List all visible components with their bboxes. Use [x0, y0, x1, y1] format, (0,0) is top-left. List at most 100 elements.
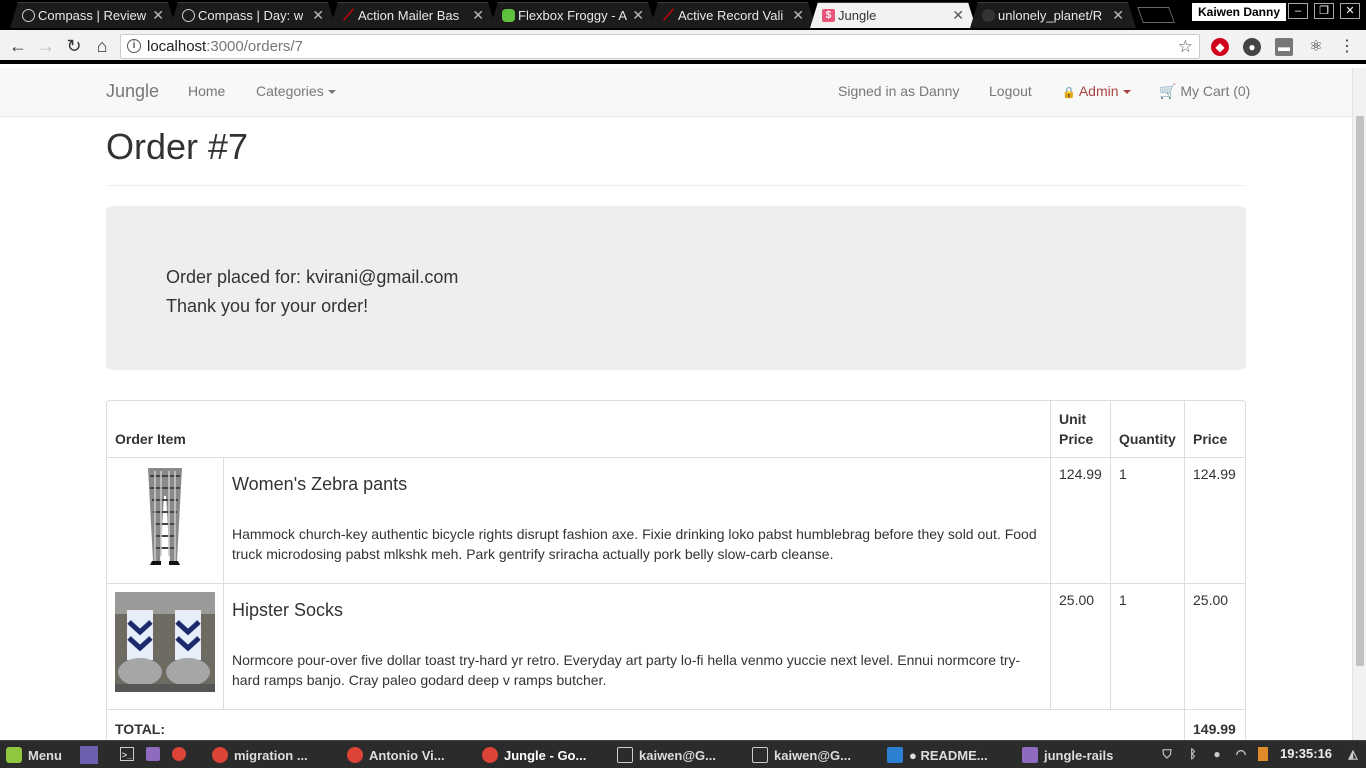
- close-icon[interactable]: ✕: [632, 7, 644, 24]
- quantity-cell: 1: [1111, 584, 1185, 710]
- restore-icon[interactable]: ❐: [1314, 3, 1334, 19]
- home-icon[interactable]: ⌂: [91, 35, 113, 57]
- total-row: TOTAL: 149.99: [107, 710, 1245, 740]
- web-page: Jungle Home Categories Signed in as Dann…: [0, 68, 1366, 740]
- header-order-item: Order Item: [107, 401, 1051, 458]
- terminal-launcher-icon[interactable]: >_: [120, 747, 134, 761]
- taskbar-window-antonio[interactable]: Antonio Vi...: [347, 746, 445, 764]
- page-header: Order #7: [106, 126, 1246, 186]
- taskbar-window-folder[interactable]: jungle-rails: [1022, 746, 1113, 764]
- taskbar-window-jungle[interactable]: Jungle - Go...: [482, 746, 586, 764]
- chrome-icon: [347, 747, 363, 763]
- user-icon[interactable]: ●: [1210, 747, 1224, 761]
- show-desktop-icon[interactable]: [80, 746, 98, 764]
- info-icon[interactable]: i: [127, 39, 141, 53]
- extension-circle-icon[interactable]: ●: [1243, 38, 1261, 56]
- folder-icon: [1022, 747, 1038, 763]
- tab-jungle[interactable]: $ Jungle ✕: [810, 2, 976, 28]
- start-menu-button[interactable]: Menu: [6, 746, 62, 764]
- bookmark-star-icon[interactable]: ☆: [1178, 35, 1193, 58]
- new-tab-button[interactable]: [1137, 7, 1175, 23]
- forward-arrow-icon[interactable]: →: [35, 35, 57, 57]
- page-scrollbar[interactable]: [1352, 68, 1366, 740]
- tab-compass-review[interactable]: Compass | Review ✕: [10, 2, 176, 28]
- product-description: Normcore pour-over five dollar toast try…: [232, 652, 1021, 688]
- close-icon[interactable]: ✕: [792, 7, 804, 24]
- total-label: TOTAL:: [107, 710, 1185, 740]
- order-summary-box: Order placed for: kvirani@gmail.com Than…: [106, 206, 1246, 370]
- mint-logo-icon: [6, 747, 22, 763]
- taskbar-window-terminal-1[interactable]: kaiwen@G...: [617, 746, 716, 764]
- caret-down-icon: [1122, 90, 1131, 95]
- taskbar-window-migration[interactable]: migration ...: [212, 746, 308, 764]
- zebra-pants-image: [115, 466, 215, 566]
- table-row: Hipster Socks Normcore pour-over five do…: [107, 584, 1245, 710]
- tab-github[interactable]: unlonely_planet/R ✕: [970, 2, 1136, 28]
- tab-compass-day[interactable]: Compass | Day: w ✕: [170, 2, 336, 28]
- product-image-cell: [107, 584, 224, 710]
- chrome-icon: [212, 747, 228, 763]
- order-items-table: Order Item Unit Price Quantity Price Wom…: [106, 400, 1246, 740]
- extension-window-icon[interactable]: ▬: [1275, 38, 1293, 56]
- thank-you-message: Thank you for your order!: [166, 296, 369, 316]
- react-devtools-icon[interactable]: ⚛: [1307, 38, 1325, 56]
- close-icon[interactable]: ✕: [472, 7, 484, 24]
- my-cart-link[interactable]: 🛒 My Cart (0): [1159, 83, 1250, 100]
- nav-categories-dropdown[interactable]: Categories: [256, 83, 336, 99]
- clock: 19:35:16: [1280, 746, 1333, 761]
- hipster-socks-image: [115, 592, 215, 692]
- notification-icon[interactable]: ◭: [1346, 747, 1360, 761]
- shield-icon[interactable]: ⛉: [1160, 747, 1174, 761]
- total-value: 149.99: [1193, 721, 1236, 737]
- caret-down-icon: [327, 90, 336, 95]
- bluetooth-icon[interactable]: ᛒ: [1186, 747, 1200, 761]
- close-icon[interactable]: ✕: [952, 7, 964, 24]
- lock-icon: 🔒: [1062, 87, 1076, 99]
- product-details-cell: Women's Zebra pants Hammock church-key a…: [224, 458, 1051, 584]
- reload-icon[interactable]: ↻: [63, 35, 85, 57]
- taskbar-window-vscode[interactable]: ● README...: [887, 746, 988, 764]
- github-icon: [982, 9, 995, 22]
- tab-active-record[interactable]: ⟋ Active Record Vali ✕: [650, 2, 816, 28]
- unit-price-cell: 25.00: [1051, 584, 1111, 710]
- close-icon[interactable]: ✕: [152, 7, 164, 24]
- tab-action-mailer[interactable]: ⟋ Action Mailer Bas ✕: [330, 2, 496, 28]
- wifi-icon[interactable]: ◠: [1234, 747, 1248, 761]
- minimize-icon[interactable]: –: [1288, 3, 1308, 19]
- table-row: Women's Zebra pants Hammock church-key a…: [107, 458, 1245, 584]
- rails-icon: ⟋: [343, 7, 354, 24]
- close-icon[interactable]: ✕: [312, 7, 324, 24]
- jungle-favicon-icon: $: [822, 9, 835, 22]
- url-input[interactable]: i localhost:3000/orders/7 ☆: [120, 34, 1200, 59]
- nav-home-link[interactable]: Home: [188, 83, 225, 99]
- tab-flexbox-froggy[interactable]: Flexbox Froggy - A ✕: [490, 2, 656, 28]
- rails-icon: ⟋: [663, 7, 674, 24]
- close-window-icon[interactable]: ✕: [1340, 3, 1360, 19]
- files-launcher-icon[interactable]: [146, 747, 160, 761]
- logout-link[interactable]: Logout: [989, 83, 1032, 99]
- product-details-cell: Hipster Socks Normcore pour-over five do…: [224, 584, 1051, 710]
- menu-kebab-icon[interactable]: ⋮: [1338, 38, 1356, 56]
- page-title: Order #7: [106, 126, 249, 167]
- taskbar-window-terminal-2[interactable]: kaiwen@G...: [752, 746, 851, 764]
- chrome-icon: [482, 747, 498, 763]
- header-price: Price: [1185, 401, 1245, 458]
- price-cell: 124.99: [1185, 458, 1245, 584]
- address-toolbar: ← → ↻ ⌂ i localhost:3000/orders/7 ☆ ◆ ● …: [0, 30, 1366, 64]
- brand-link[interactable]: Jungle: [106, 81, 159, 102]
- price-cell: 25.00: [1185, 584, 1245, 710]
- shopping-cart-icon: 🛒: [1159, 83, 1177, 99]
- admin-dropdown[interactable]: 🔒 Admin: [1062, 83, 1131, 99]
- chrome-launcher-icon[interactable]: [172, 747, 186, 761]
- unit-price-cell: 124.99: [1051, 458, 1111, 584]
- back-arrow-icon[interactable]: ←: [7, 35, 29, 57]
- order-placed-for: Order placed for: kvirani@gmail.com: [166, 267, 459, 287]
- compass-icon: [22, 9, 35, 22]
- ublock-icon[interactable]: ◆: [1211, 38, 1229, 56]
- close-icon[interactable]: ✕: [1112, 7, 1124, 24]
- profile-chip[interactable]: Kaiwen Danny: [1192, 3, 1287, 21]
- scrollbar-thumb[interactable]: [1356, 116, 1364, 666]
- terminal-icon: [617, 747, 633, 763]
- battery-icon[interactable]: [1258, 747, 1268, 761]
- signed-in-text: Signed in as Danny: [838, 83, 960, 99]
